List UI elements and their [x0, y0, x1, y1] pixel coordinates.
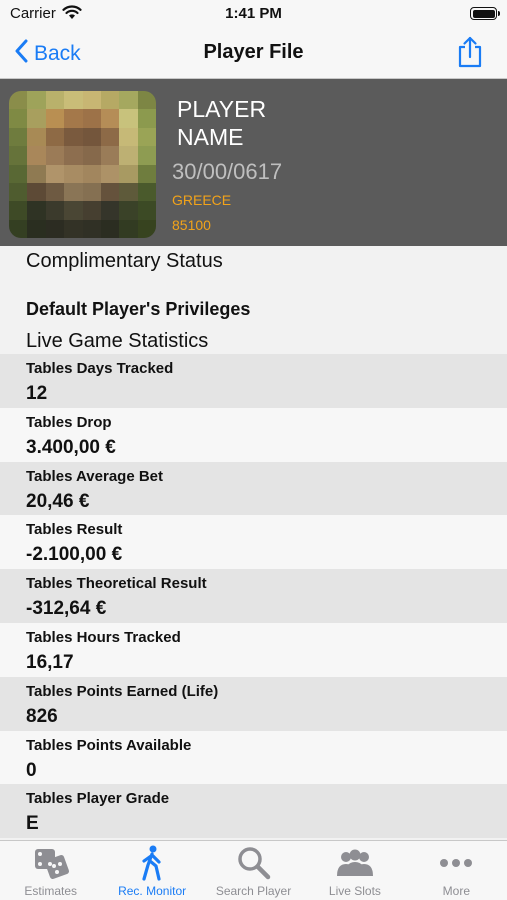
- stat-label: Tables Average Bet: [26, 467, 163, 485]
- complimentary-status-header[interactable]: Complimentary Status: [26, 250, 223, 273]
- stat-row: Tables Drop 3.400,00 €: [0, 407, 507, 462]
- tab-label: Estimates: [24, 884, 78, 898]
- more-dots-icon: [406, 846, 507, 880]
- stat-label: Tables Result: [26, 521, 123, 539]
- tab-rec-monitor[interactable]: Rec. Monitor: [101, 841, 202, 900]
- live-game-statistics-header: Live Game Statistics: [26, 330, 209, 352]
- stat-row: Tables Result -2.100,00 €: [0, 515, 507, 570]
- people-icon: [304, 846, 405, 880]
- clock: 1:41 PM: [225, 5, 282, 22]
- share-icon: [457, 36, 483, 72]
- tab-label: Live Slots: [328, 884, 381, 898]
- stat-row: Tables Hours Tracked 16,17: [0, 622, 507, 677]
- tab-estimates[interactable]: Estimates: [0, 841, 101, 900]
- stat-label: Tables Hours Tracked: [26, 628, 181, 646]
- stat-row: Tables Days Tracked 12: [0, 354, 507, 408]
- tab-label: Search Player: [215, 884, 292, 898]
- stat-value: 12: [26, 383, 48, 404]
- stat-value: 826: [26, 705, 58, 727]
- player-name-line2: NAME: [177, 124, 244, 150]
- status-bar: Carrier 1:41 PM: [0, 0, 507, 28]
- tab-bar: Estimates Rec. Monitor Search Player Liv…: [0, 840, 507, 900]
- player-photo: [9, 91, 156, 238]
- stat-value: 3.400,00 €: [26, 436, 116, 458]
- magnifier-icon: [203, 846, 304, 880]
- stat-value: 20,46 €: [26, 490, 90, 512]
- share-button[interactable]: [457, 36, 483, 73]
- player-name: PLAYER NAME: [177, 95, 266, 151]
- stat-label: Tables Days Tracked: [26, 360, 174, 377]
- player-country: GREECE: [172, 192, 232, 208]
- battery-icon: [470, 7, 500, 20]
- walking-person-icon: [101, 845, 202, 881]
- stat-label: Tables Player Grade: [26, 790, 170, 808]
- player-details[interactable]: Complimentary Status Default Player's Pr…: [0, 246, 507, 840]
- stat-label: Tables Points Earned (Life): [26, 682, 219, 700]
- stat-row: Tables Points Earned (Life) 826: [0, 676, 507, 731]
- stat-value: E: [26, 813, 39, 835]
- stat-row: Tables Theoretical Result -312,64 €: [0, 569, 507, 623]
- tab-search-player[interactable]: Search Player: [203, 841, 304, 900]
- player-header: PLAYER NAME 30/00/0617 GREECE 85100: [0, 79, 507, 246]
- stat-row: Tables Player Grade E: [0, 784, 507, 839]
- stat-label: Tables Theoretical Result: [26, 575, 207, 593]
- dice-icon: [0, 846, 101, 880]
- stat-label: Tables Drop: [26, 413, 112, 431]
- stat-value: 0: [26, 759, 37, 781]
- stat-value: -312,64 €: [26, 598, 107, 620]
- stat-value: 16,17: [26, 651, 74, 673]
- tab-label: Rec. Monitor: [118, 884, 187, 898]
- statistics-list: Tables Days Tracked 12 Tables Drop 3.400…: [0, 354, 507, 839]
- stat-row: Tables Average Bet 20,46 €: [0, 461, 507, 516]
- default-privileges-header[interactable]: Default Player's Privileges: [26, 299, 250, 320]
- tab-live-slots[interactable]: Live Slots: [304, 841, 405, 900]
- player-date: 30/00/0617: [172, 159, 283, 184]
- stat-row: Tables Points Available 0: [0, 730, 507, 785]
- tab-label: More: [442, 884, 470, 898]
- player-name-line1: PLAYER: [177, 96, 267, 122]
- stat-value: -2.100,00 €: [26, 544, 123, 566]
- player-code: 85100: [172, 217, 211, 233]
- tab-more[interactable]: More: [406, 841, 507, 900]
- navigation-bar: Back Player File: [0, 28, 507, 79]
- page-title: Player File: [203, 41, 304, 63]
- stat-label: Tables Points Available: [26, 736, 192, 754]
